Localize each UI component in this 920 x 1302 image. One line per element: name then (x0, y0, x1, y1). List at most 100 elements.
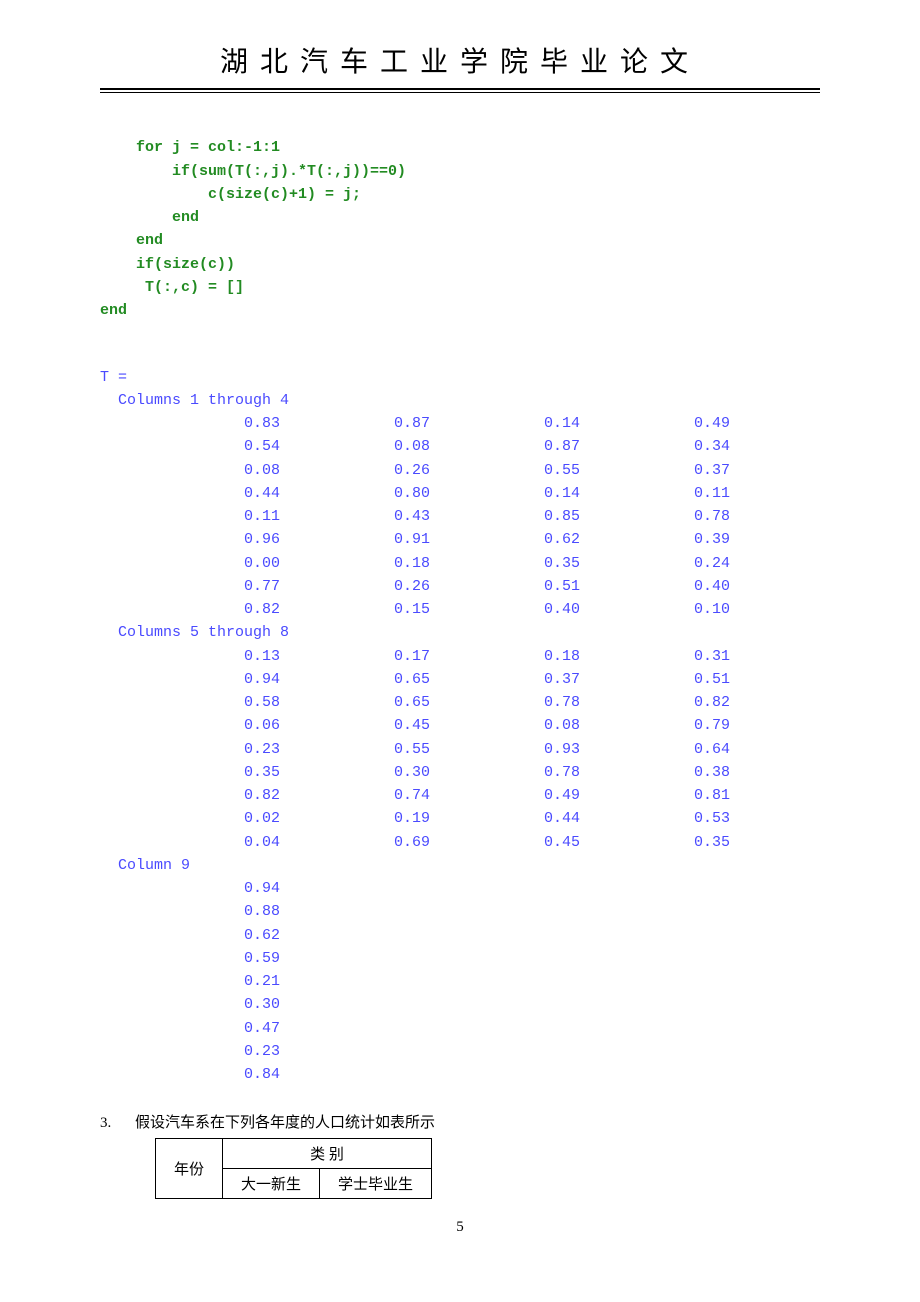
page-header-title: 湖北汽车工业学院毕业论文 (100, 40, 820, 80)
output-value: 0.47 (100, 1017, 280, 1040)
output-section-label: Column 9 (100, 854, 820, 877)
output-value: 0.80 (280, 482, 430, 505)
code-line: if(sum(T(:,j).*T(:,j))==0) (100, 163, 406, 180)
page-number: 5 (100, 1219, 820, 1236)
output-data-row: 0.130.170.180.31 (100, 645, 820, 668)
output-value: 0.04 (100, 831, 280, 854)
table-header-year: 年份 (156, 1139, 223, 1199)
code-line: end (100, 302, 127, 319)
output-value: 0.30 (280, 761, 430, 784)
output-value: 0.08 (280, 435, 430, 458)
output-value: 0.94 (100, 668, 280, 691)
output-data-row: 0.080.260.550.37 (100, 459, 820, 482)
output-value: 0.62 (430, 528, 580, 551)
output-value: 0.45 (280, 714, 430, 737)
output-value: 0.10 (580, 598, 730, 621)
output-data-row: 0.060.450.080.79 (100, 714, 820, 737)
code-line: end (100, 232, 163, 249)
output-value: 0.79 (580, 714, 730, 737)
output-value: 0.58 (100, 691, 280, 714)
code-line: end (100, 209, 199, 226)
output-data-row: 0.110.430.850.78 (100, 505, 820, 528)
output-value: 0.93 (430, 738, 580, 761)
output-section-label: Columns 5 through 8 (100, 621, 820, 644)
output-value: 0.11 (100, 505, 280, 528)
output-data-row: 0.040.690.450.35 (100, 831, 820, 854)
output-data-row: 0.830.870.140.49 (100, 412, 820, 435)
output-value: 0.85 (430, 505, 580, 528)
output-value: 0.00 (100, 552, 280, 575)
output-value: 0.49 (430, 784, 580, 807)
output-value: 0.51 (430, 575, 580, 598)
output-value: 0.14 (430, 412, 580, 435)
output-value: 0.17 (280, 645, 430, 668)
output-value: 0.06 (100, 714, 280, 737)
output-value: 0.18 (430, 645, 580, 668)
output-value: 0.26 (280, 575, 430, 598)
output-value: 0.37 (430, 668, 580, 691)
output-data-row: 0.960.910.620.39 (100, 528, 820, 551)
output-data-row: 0.30 (100, 993, 820, 1016)
output-value: 0.82 (100, 598, 280, 621)
output-value: 0.91 (280, 528, 430, 551)
output-value: 0.35 (580, 831, 730, 854)
header-rule-thin (100, 92, 820, 93)
output-data-row: 0.020.190.440.53 (100, 807, 820, 830)
output-data-row: 0.000.180.350.24 (100, 552, 820, 575)
table-header-category: 类 别 (223, 1139, 432, 1169)
output-value: 0.43 (280, 505, 430, 528)
output-value: 0.40 (430, 598, 580, 621)
header-rule-thick (100, 88, 820, 90)
output-section-label: Columns 1 through 4 (100, 392, 289, 409)
output-value: 0.08 (430, 714, 580, 737)
output-data-row: 0.540.080.870.34 (100, 435, 820, 458)
output-value: 0.02 (100, 807, 280, 830)
output-data-row: 0.350.300.780.38 (100, 761, 820, 784)
output-rows-1: 0.830.870.140.490.540.080.870.340.080.26… (100, 412, 820, 621)
output-rows-3: 0.940.880.620.590.210.300.470.230.84 (100, 877, 820, 1086)
output-value: 0.78 (580, 505, 730, 528)
output-value: 0.62 (100, 924, 280, 947)
output-value: 0.23 (100, 738, 280, 761)
output-data-row: 0.820.150.400.10 (100, 598, 820, 621)
output-value: 0.82 (100, 784, 280, 807)
output-value: 0.34 (580, 435, 730, 458)
output-value: 0.49 (580, 412, 730, 435)
output-value: 0.35 (100, 761, 280, 784)
output-data-row: 0.770.260.510.40 (100, 575, 820, 598)
code-block: for j = col:-1:1 if(sum(T(:,j).*T(:,j))=… (100, 113, 820, 322)
output-value: 0.14 (430, 482, 580, 505)
output-value: 0.69 (280, 831, 430, 854)
output-value: 0.82 (580, 691, 730, 714)
output-value: 0.55 (430, 459, 580, 482)
output-value: 0.78 (430, 691, 580, 714)
output-value: 0.15 (280, 598, 430, 621)
output-value: 0.51 (580, 668, 730, 691)
code-line: T(:,c) = [] (100, 279, 244, 296)
output-value: 0.18 (280, 552, 430, 575)
question-line: 3.假设汽车系在下列各年度的人口统计如表所示 (100, 1111, 820, 1132)
output-data-row: 0.21 (100, 970, 820, 993)
output-value: 0.87 (430, 435, 580, 458)
question-number: 3. (100, 1115, 135, 1132)
output-value: 0.59 (100, 947, 280, 970)
output-data-row: 0.440.800.140.11 (100, 482, 820, 505)
output-value: 0.83 (100, 412, 280, 435)
output-value: 0.44 (100, 482, 280, 505)
output-value: 0.65 (280, 668, 430, 691)
output-data-row: 0.62 (100, 924, 820, 947)
output-value: 0.77 (100, 575, 280, 598)
table-header-graduate: 学士毕业生 (320, 1169, 432, 1199)
code-line: for j = col:-1:1 (100, 139, 280, 156)
output-value: 0.74 (280, 784, 430, 807)
output-value: 0.11 (580, 482, 730, 505)
output-value: 0.26 (280, 459, 430, 482)
output-value: 0.44 (430, 807, 580, 830)
output-value: 0.39 (580, 528, 730, 551)
output-value: 0.21 (100, 970, 280, 993)
output-value: 0.35 (430, 552, 580, 575)
output-value: 0.53 (580, 807, 730, 830)
output-value: 0.08 (100, 459, 280, 482)
output-value: 0.54 (100, 435, 280, 458)
output-value: 0.38 (580, 761, 730, 784)
